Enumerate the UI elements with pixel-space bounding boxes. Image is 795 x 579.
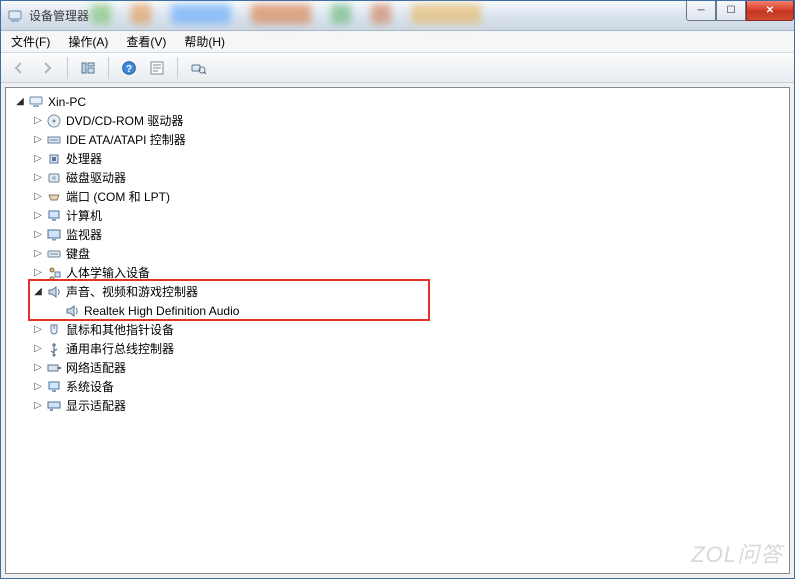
titlebar: 设备管理器 ─ ☐ ✕ bbox=[1, 1, 794, 31]
node-label: 鼠标和其他指针设备 bbox=[66, 321, 174, 338]
window-title: 设备管理器 bbox=[29, 7, 89, 24]
menu-view[interactable]: 查看(V) bbox=[126, 33, 166, 50]
toolbar-separator bbox=[177, 57, 178, 79]
expand-arrow-icon[interactable]: ▷ bbox=[32, 267, 44, 279]
controller-icon bbox=[46, 132, 62, 148]
tree-node-ports[interactable]: ▷ 端口 (COM 和 LPT) bbox=[26, 187, 789, 206]
expand-arrow-icon[interactable]: ▷ bbox=[32, 362, 44, 374]
expand-arrow-icon[interactable]: ▷ bbox=[32, 115, 44, 127]
node-label: 端口 (COM 和 LPT) bbox=[66, 188, 170, 205]
expand-arrow-icon[interactable]: ▷ bbox=[32, 400, 44, 412]
menu-file[interactable]: 文件(F) bbox=[11, 33, 50, 50]
keyboard-icon bbox=[46, 246, 62, 262]
node-label: IDE ATA/ATAPI 控制器 bbox=[66, 131, 186, 148]
toolbar-separator bbox=[67, 57, 68, 79]
monitor-icon bbox=[46, 227, 62, 243]
hid-icon bbox=[46, 265, 62, 281]
nav-back-button[interactable] bbox=[7, 56, 31, 80]
expand-arrow-icon[interactable]: ◢ bbox=[14, 96, 26, 108]
toolbar-separator bbox=[108, 57, 109, 79]
tree-root-node[interactable]: ◢ Xin-PC bbox=[8, 92, 789, 111]
expand-arrow-icon[interactable]: ▷ bbox=[32, 324, 44, 336]
tree-node-system[interactable]: ▷ 系统设备 bbox=[26, 377, 789, 396]
window-controls: ─ ☐ ✕ bbox=[686, 1, 794, 23]
blurred-tabs bbox=[91, 4, 611, 28]
node-label: 键盘 bbox=[66, 245, 90, 262]
node-label: 监视器 bbox=[66, 226, 102, 243]
tree-node-monitor[interactable]: ▷ 监视器 bbox=[26, 225, 789, 244]
expand-arrow-icon[interactable]: ▷ bbox=[32, 153, 44, 165]
tree-node-usb[interactable]: ▷ 通用串行总线控制器 bbox=[26, 339, 789, 358]
computer-icon bbox=[46, 208, 62, 224]
node-label: 磁盘驱动器 bbox=[66, 169, 126, 186]
disc-drive-icon bbox=[46, 113, 62, 129]
tree-node-network[interactable]: ▷ 网络适配器 bbox=[26, 358, 789, 377]
toolbar: ? bbox=[1, 53, 794, 83]
tree-node-disk[interactable]: ▷ 磁盘驱动器 bbox=[26, 168, 789, 187]
mouse-icon bbox=[46, 322, 62, 338]
node-label: DVD/CD-ROM 驱动器 bbox=[66, 112, 183, 129]
maximize-button[interactable]: ☐ bbox=[716, 1, 746, 21]
tree-node-realtek[interactable]: ▷ Realtek High Definition Audio bbox=[44, 301, 789, 320]
expand-arrow-icon[interactable]: ▷ bbox=[32, 248, 44, 260]
menubar: 文件(F) 操作(A) 查看(V) 帮助(H) bbox=[1, 31, 794, 53]
tree-node-display[interactable]: ▷ 显示适配器 bbox=[26, 396, 789, 415]
node-label: Xin-PC bbox=[48, 95, 86, 109]
node-label: 显示适配器 bbox=[66, 397, 126, 414]
app-window: 设备管理器 ─ ☐ ✕ 文件(F) 操作(A) 查看(V) 帮助(H) bbox=[0, 0, 795, 579]
expand-arrow-icon[interactable]: ▷ bbox=[32, 343, 44, 355]
menu-help[interactable]: 帮助(H) bbox=[184, 33, 225, 50]
tree-node-dvd[interactable]: ▷ DVD/CD-ROM 驱动器 bbox=[26, 111, 789, 130]
app-icon bbox=[7, 8, 23, 24]
display-adapter-icon bbox=[46, 398, 62, 414]
menu-action[interactable]: 操作(A) bbox=[68, 33, 108, 50]
tree-node-hid[interactable]: ▷ 人体学输入设备 bbox=[26, 263, 789, 282]
cpu-icon bbox=[46, 151, 62, 167]
tree-node-ide[interactable]: ▷ IDE ATA/ATAPI 控制器 bbox=[26, 130, 789, 149]
content-area: ◢ Xin-PC ▷ DVD/CD-ROM 驱动器 bbox=[1, 83, 794, 578]
network-icon bbox=[46, 360, 62, 376]
expand-arrow-icon[interactable]: ▷ bbox=[32, 381, 44, 393]
node-label: 人体学输入设备 bbox=[66, 264, 150, 281]
show-hide-tree-button[interactable] bbox=[76, 56, 100, 80]
svg-text:?: ? bbox=[126, 64, 132, 75]
node-label: 通用串行总线控制器 bbox=[66, 340, 174, 357]
usb-icon bbox=[46, 341, 62, 357]
device-tree-panel[interactable]: ◢ Xin-PC ▷ DVD/CD-ROM 驱动器 bbox=[5, 87, 790, 574]
node-label: 处理器 bbox=[66, 150, 102, 167]
expand-arrow-icon[interactable]: ▷ bbox=[32, 172, 44, 184]
sound-children: ▷ Realtek High Definition Audio bbox=[26, 301, 789, 320]
properties-button[interactable] bbox=[145, 56, 169, 80]
node-label: 网络适配器 bbox=[66, 359, 126, 376]
expand-arrow-icon[interactable]: ▷ bbox=[32, 210, 44, 222]
node-label: 计算机 bbox=[66, 207, 102, 224]
speaker-icon bbox=[64, 303, 80, 319]
scan-hardware-button[interactable] bbox=[186, 56, 210, 80]
tree-node-computer[interactable]: ▷ 计算机 bbox=[26, 206, 789, 225]
expand-arrow-icon[interactable]: ◢ bbox=[32, 286, 44, 298]
node-label: Realtek High Definition Audio bbox=[84, 304, 239, 318]
nav-forward-button[interactable] bbox=[35, 56, 59, 80]
close-button[interactable]: ✕ bbox=[746, 1, 794, 21]
port-icon bbox=[46, 189, 62, 205]
node-label: 系统设备 bbox=[66, 378, 114, 395]
speaker-icon bbox=[46, 284, 62, 300]
tree-node-mouse[interactable]: ▷ 鼠标和其他指针设备 bbox=[26, 320, 789, 339]
computer-icon bbox=[28, 94, 44, 110]
expand-arrow-icon[interactable]: ▷ bbox=[32, 134, 44, 146]
tree-node-cpu[interactable]: ▷ 处理器 bbox=[26, 149, 789, 168]
tree-node-keyboard[interactable]: ▷ 键盘 bbox=[26, 244, 789, 263]
minimize-button[interactable]: ─ bbox=[686, 1, 716, 21]
system-icon bbox=[46, 379, 62, 395]
expand-arrow-icon[interactable]: ▷ bbox=[32, 229, 44, 241]
help-button[interactable]: ? bbox=[117, 56, 141, 80]
disk-icon bbox=[46, 170, 62, 186]
tree-node-sound[interactable]: ◢ 声音、视频和游戏控制器 bbox=[26, 282, 789, 301]
expand-arrow-icon[interactable]: ▷ bbox=[32, 191, 44, 203]
node-label: 声音、视频和游戏控制器 bbox=[66, 283, 198, 300]
